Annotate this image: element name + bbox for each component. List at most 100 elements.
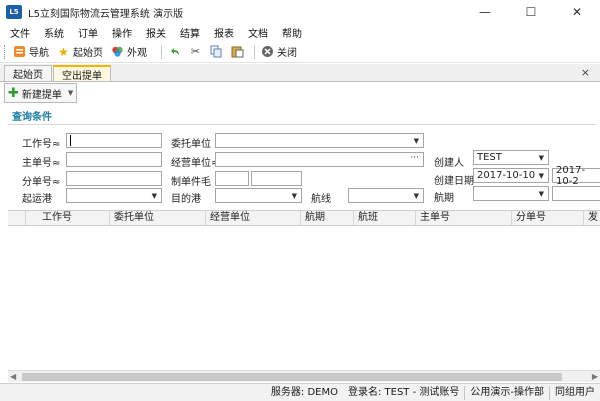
scroll-right-icon[interactable]: ▶ <box>592 372 598 381</box>
menu-order[interactable]: 订单 <box>78 25 98 40</box>
operator-unit-label: 经营单位≈ <box>171 158 220 169</box>
origin-port-label: 起运港 <box>22 194 52 205</box>
star-icon: ★ <box>58 44 69 59</box>
login-status: 登录名: TEST - 测试账号 <box>343 386 464 400</box>
work-no-label: 工作号≈ <box>22 139 61 150</box>
grid-row-indicator-header <box>8 211 26 225</box>
chevron-down-icon: ▼ <box>538 172 544 180</box>
menu-report[interactable]: 报表 <box>214 25 234 40</box>
route-select[interactable]: ▼ <box>348 188 424 203</box>
operator-unit-input[interactable]: ··· <box>215 152 424 167</box>
weight-input[interactable] <box>251 171 302 186</box>
palette-icon <box>111 45 124 58</box>
chevron-down-icon[interactable]: ▼ <box>68 89 73 97</box>
flight-period-from[interactable]: ▼ <box>473 186 549 201</box>
creator-value: TEST <box>477 152 502 163</box>
login-value: TEST - 测试账号 <box>384 386 460 398</box>
menu-bar: 文件 系统 订单 操作 报关 结算 报表 文档 帮助 <box>0 24 600 41</box>
menu-system[interactable]: 系统 <box>44 25 64 40</box>
nav-label: 导航 <box>29 48 49 59</box>
col-send[interactable]: 发 <box>584 211 600 225</box>
close-window-button[interactable]: ✕ <box>554 0 600 24</box>
tab-close-icon[interactable]: × <box>581 66 590 79</box>
cut-icon[interactable]: ✂ <box>189 45 202 58</box>
create-date-label: 创建日期 <box>434 176 474 187</box>
text-cursor <box>70 135 71 146</box>
flight-period-to[interactable] <box>552 186 600 201</box>
home-button[interactable]: ★ 起始页 <box>57 44 103 60</box>
menu-settlement[interactable]: 结算 <box>180 25 200 40</box>
close-tab-button[interactable]: 关闭 <box>261 44 297 59</box>
col-flight[interactable]: 航班 <box>354 211 416 225</box>
menu-operation[interactable]: 操作 <box>112 25 132 40</box>
route-label: 航线 <box>311 194 331 205</box>
chevron-down-icon: ▼ <box>291 192 297 200</box>
menu-help[interactable]: 帮助 <box>282 25 302 40</box>
sub-no-input[interactable] <box>66 171 162 186</box>
plus-icon: ✚ <box>8 85 19 101</box>
col-operator-unit[interactable]: 经营单位 <box>206 211 301 225</box>
new-bill-label: 新建提单 <box>21 89 62 101</box>
chevron-down-icon: ▼ <box>413 192 419 200</box>
server-label: 服务器: <box>270 386 305 398</box>
chevron-down-icon: ▼ <box>413 137 419 145</box>
maximize-button[interactable]: ☐ <box>508 0 554 24</box>
title-bar: L5 L5立刻国际物流云管理系统 演示版 — ☐ ✕ <box>0 0 600 24</box>
new-bill-button[interactable]: ✚ 新建提单 ▼ <box>4 83 78 103</box>
col-work-no[interactable]: 工作号 <box>26 211 110 225</box>
master-no-label: 主单号≈ <box>22 158 61 169</box>
col-sub-no[interactable]: 分单号 <box>512 211 584 225</box>
app-logo-icon: L5 <box>6 5 22 19</box>
chevron-down-icon: ▼ <box>538 190 544 198</box>
col-flight-period[interactable]: 航期 <box>301 211 354 225</box>
main-toolbar: 导航 ★ 起始页 外观 ✂ 关闭 <box>0 41 600 63</box>
dest-port-select[interactable]: ▼ <box>215 188 302 203</box>
home-label: 起始页 <box>73 48 103 59</box>
sub-no-label: 分单号≈ <box>22 177 61 188</box>
chevron-down-icon: ▼ <box>151 192 157 200</box>
date-from-picker[interactable]: 2017-10-10 ▼ <box>473 168 549 183</box>
date-from-value: 2017-10-10 <box>477 170 536 181</box>
date-to-picker[interactable]: 2017-10-2 <box>552 165 600 187</box>
close-circle-icon <box>261 45 274 58</box>
appearance-button[interactable]: 外观 <box>111 44 147 59</box>
tab-air-export-bill[interactable]: 空出提单 <box>53 65 111 82</box>
work-no-input[interactable] <box>66 133 162 148</box>
group-users-button[interactable]: 同组用户 <box>549 385 600 400</box>
grid-body[interactable] <box>8 226 600 370</box>
client-label: 委托单位 <box>171 139 211 150</box>
toolbar-separator <box>254 44 255 59</box>
toolbar-grip <box>4 44 7 59</box>
window-title: L5立刻国际物流云管理系统 演示版 <box>28 8 184 20</box>
ellipsis-icon[interactable]: ··· <box>410 153 419 163</box>
tab-home[interactable]: 起始页 <box>4 65 52 81</box>
client-select[interactable]: ▼ <box>215 133 424 148</box>
pieces-input[interactable] <box>215 171 249 186</box>
master-no-input[interactable] <box>66 152 162 167</box>
menu-document[interactable]: 文档 <box>248 25 268 40</box>
col-master-no[interactable]: 主单号 <box>416 211 512 225</box>
horizontal-scrollbar[interactable]: ◀ ▶ <box>8 370 600 382</box>
company-status: 公用演示-操作部 <box>464 385 549 400</box>
server-status: 服务器: DEMO <box>266 386 343 400</box>
col-client[interactable]: 委托单位 <box>110 211 206 225</box>
flight-period-label: 航期 <box>434 193 454 204</box>
menu-customs[interactable]: 报关 <box>146 25 166 40</box>
menu-file[interactable]: 文件 <box>10 25 30 40</box>
scroll-left-icon[interactable]: ◀ <box>10 372 16 381</box>
origin-port-select[interactable]: ▼ <box>66 188 162 203</box>
dest-port-label: 目的港 <box>171 194 201 205</box>
minimize-button[interactable]: — <box>462 0 508 24</box>
close-label: 关闭 <box>277 48 297 59</box>
scrollbar-thumb[interactable] <box>22 373 562 381</box>
status-bar: 服务器: DEMO 登录名: TEST - 测试账号 公用演示-操作部 同组用户 <box>0 383 600 401</box>
date-to-value: 2017-10-2 <box>556 164 586 187</box>
paste-icon[interactable] <box>231 45 244 58</box>
undo-icon[interactable] <box>168 45 181 58</box>
login-label: 登录名: <box>347 386 382 398</box>
nav-icon <box>13 45 26 58</box>
nav-button[interactable]: 导航 <box>13 44 49 59</box>
sub-toolbar: ✚ 新建提单 ▼ <box>0 82 600 104</box>
creator-select[interactable]: TEST ▼ <box>473 150 549 165</box>
copy-icon[interactable] <box>210 45 223 58</box>
